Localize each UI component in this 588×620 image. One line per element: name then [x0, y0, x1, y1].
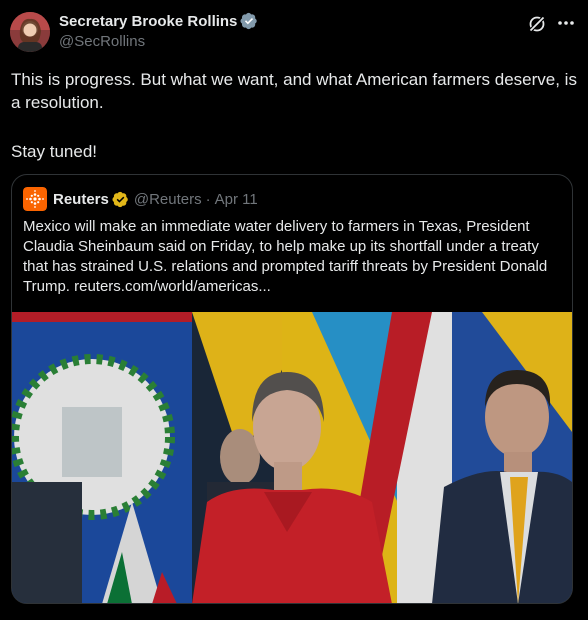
display-name[interactable]: Secretary Brooke Rollins: [59, 13, 237, 30]
post-text: This is progress. But what we want, and …: [11, 70, 577, 112]
verified-badge-icon: [240, 12, 258, 30]
quoted-text: Mexico will make an immediate water deli…: [23, 218, 548, 295]
reuters-logo-icon: [23, 187, 47, 211]
grok-icon[interactable]: [527, 14, 547, 34]
quoted-handle[interactable]: @Reuters: [134, 191, 202, 208]
verified-gold-badge-icon: [112, 191, 128, 207]
avatar[interactable]: [10, 12, 50, 52]
quoted-display-name[interactable]: Reuters: [53, 191, 109, 208]
more-icon[interactable]: [555, 13, 577, 33]
separator-dot: ·: [205, 190, 211, 208]
author-row: Secretary Brooke Rollins: [59, 12, 258, 30]
avatar-image: [10, 12, 50, 52]
quoted-date[interactable]: Apr 11: [215, 191, 258, 208]
quoted-author-row: Reuters @Reuters · Apr 11: [23, 187, 258, 211]
handle[interactable]: @SecRollins: [59, 33, 145, 50]
quoted-photo[interactable]: [12, 312, 572, 604]
post: Secretary Brooke Rollins @SecRollins Thi…: [0, 0, 588, 620]
post-text-closing: Stay tuned!: [11, 142, 98, 161]
quoted-post[interactable]: Reuters @Reuters · Apr 11 Mexico will ma…: [11, 174, 573, 604]
